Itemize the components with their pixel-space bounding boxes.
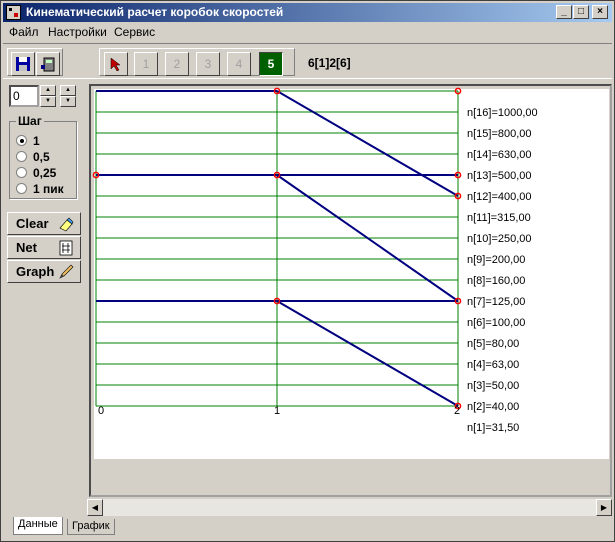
left-panel: 0 ▲ ▼ ▲ ▼ Шаг 1 0,5 0,25 1 пик Clear Net… xyxy=(3,81,83,515)
x-tick-label: 0 xyxy=(98,405,104,417)
horizontal-scrollbar[interactable]: ◀ ▶ xyxy=(87,499,612,516)
spin-up-button[interactable]: ▲ xyxy=(40,85,56,96)
speed-label: n[2]=40,00 xyxy=(467,401,519,413)
window-title: Кинематический расчет коробок скоростей xyxy=(26,5,284,19)
pencil-icon xyxy=(59,264,74,279)
tab-data[interactable]: Данные xyxy=(13,517,63,535)
speed-label: n[4]=63,00 xyxy=(467,359,519,371)
toolbar: 1 2 3 4 5 6[1]2[6] xyxy=(3,43,612,79)
speed-label: n[15]=800,00 xyxy=(467,128,532,140)
spin2-down-button[interactable]: ▼ xyxy=(60,96,76,107)
step-option-0-25[interactable]: 0,25 xyxy=(16,166,56,180)
speed-label: n[5]=80,00 xyxy=(467,338,519,350)
pointer-arrow-icon xyxy=(110,57,121,72)
pointer-button[interactable] xyxy=(104,52,128,76)
step-option-0-5[interactable]: 0,5 xyxy=(16,150,50,164)
scroll-left-arrow[interactable]: ◀ xyxy=(87,499,103,516)
stage-3-button[interactable]: 3 xyxy=(196,52,220,76)
stage-1-button[interactable]: 1 xyxy=(134,52,158,76)
calculator-icon xyxy=(41,57,55,72)
graph-button[interactable]: Graph xyxy=(7,260,81,283)
app-icon xyxy=(6,5,21,20)
speed-label: n[1]=31,50 xyxy=(467,422,519,434)
step-groupbox: Шаг 1 0,5 0,25 1 пик xyxy=(9,114,77,199)
radio-icon xyxy=(16,167,27,178)
speed-label: n[8]=160,00 xyxy=(467,275,525,287)
speed-label: n[6]=100,00 xyxy=(467,317,525,329)
step-option-1[interactable]: 1 xyxy=(16,134,40,148)
stage-4-button[interactable]: 4 xyxy=(227,52,251,76)
step-option-1-pik[interactable]: 1 пик xyxy=(16,182,64,196)
calculate-button[interactable] xyxy=(36,52,60,76)
speed-label: n[7]=125,00 xyxy=(467,296,525,308)
speed-chart: n[16]=1000,00 n[15]=800,00 n[14]=630,00 n[1… xyxy=(92,87,609,459)
menu-service[interactable]: Сервис xyxy=(114,25,155,39)
spin-down-button[interactable]: ▼ xyxy=(40,96,56,107)
x-tick-label: 1 xyxy=(274,405,280,417)
scroll-right-arrow[interactable]: ▶ xyxy=(596,499,612,516)
stage-5-button[interactable]: 5 xyxy=(259,52,283,76)
main-window: Кинематический расчет коробок скоростей … xyxy=(0,0,615,542)
speed-label: n[13]=500,00 xyxy=(467,170,532,182)
chart-background xyxy=(94,89,609,459)
clear-button[interactable]: Clear xyxy=(7,212,81,235)
speed-label: n[9]=200,00 xyxy=(467,254,525,266)
grid-icon xyxy=(59,240,73,256)
net-button[interactable]: Net xyxy=(7,236,81,259)
stage-2-button[interactable]: 2 xyxy=(165,52,189,76)
save-button[interactable] xyxy=(11,52,35,76)
speed-label: n[12]=400,00 xyxy=(467,191,532,203)
eraser-icon xyxy=(59,217,74,232)
maximize-button[interactable]: □ xyxy=(573,5,589,19)
spin2-up-button[interactable]: ▲ xyxy=(60,85,76,96)
radio-icon xyxy=(16,151,27,162)
menu-bar: Файл Настройки Сервис xyxy=(3,23,612,41)
speed-label: n[11]=315,00 xyxy=(467,212,531,224)
tab-graph[interactable]: График xyxy=(67,519,115,535)
stage-tool-group: 1 2 3 4 5 xyxy=(99,48,295,76)
speed-label: n[3]=50,00 xyxy=(467,380,519,392)
gear-structure-text: 6[1]2[6] xyxy=(308,56,351,70)
file-tool-group xyxy=(7,48,63,76)
speed-label: n[16]=1000,00 xyxy=(467,107,538,119)
tab-bar: Данные График xyxy=(3,517,612,539)
radio-icon xyxy=(16,183,27,194)
title-bar: Кинематический расчет коробок скоростей … xyxy=(3,3,612,22)
x-tick-label: 2 xyxy=(454,405,460,417)
menu-file[interactable]: Файл xyxy=(9,25,39,39)
radio-selected-icon xyxy=(16,135,27,146)
floppy-disk-icon xyxy=(16,57,30,71)
close-button[interactable]: × xyxy=(592,5,608,19)
speed-label: n[14]=630,00 xyxy=(467,149,532,161)
menu-settings[interactable]: Настройки xyxy=(48,25,107,39)
stage-spin-input[interactable]: 0 xyxy=(9,85,39,107)
speed-label: n[10]=250,00 xyxy=(467,233,532,245)
minimize-button[interactable]: _ xyxy=(556,5,572,19)
plot-area[interactable]: n[16]=1000,00 n[15]=800,00 n[14]=630,00 n[1… xyxy=(89,84,612,497)
step-group-label: Шаг xyxy=(16,114,44,128)
